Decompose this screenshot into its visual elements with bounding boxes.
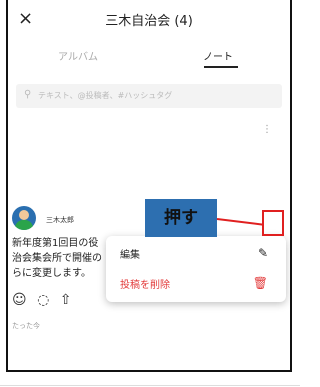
tab-note[interactable]: ノート: [148, 48, 288, 63]
emoji-icon[interactable]: ☺: [12, 292, 27, 308]
post-body: 新年度第1回目の役 治会集会所で開催の らに変更します。: [12, 236, 102, 281]
previous-post-card: ⋮: [8, 118, 290, 196]
app-frame: × 三木自治会 (4) アルバム ノート ⚲ テキスト、@投稿者、#ハッシュタグ…: [6, 0, 292, 372]
context-menu: 編集 ✎ 投稿を削除 🗑: [106, 236, 286, 302]
header: × 三木自治会 (4): [8, 0, 290, 40]
more-options-icon[interactable]: ⋮: [262, 124, 272, 135]
search-input[interactable]: テキスト、@投稿者、#ハッシュタグ: [38, 90, 172, 101]
delete-post-menu-item[interactable]: 投稿を削除 🗑: [120, 276, 272, 300]
search-icon: ⚲: [24, 89, 32, 100]
post-text-line: らに変更します。: [12, 268, 91, 279]
tab-album[interactable]: アルバム: [8, 48, 148, 63]
post-text-line: 治会集会所で開催の: [12, 253, 102, 264]
post-author: 三木太郎: [46, 216, 74, 224]
delete-label: 投稿を削除: [120, 280, 170, 291]
search-bar[interactable]: ⚲ テキスト、@投稿者、#ハッシュタグ: [16, 84, 282, 108]
trash-icon: 🗑: [252, 276, 268, 290]
edit-icon: ✎: [257, 246, 268, 260]
share-icon[interactable]: ⇧: [60, 292, 72, 308]
edit-menu-item[interactable]: 編集 ✎: [120, 246, 272, 270]
post-text-line: 新年度第1回目の役: [12, 238, 99, 249]
post-timestamp: たった今: [12, 322, 40, 330]
comment-icon[interactable]: ◌: [37, 292, 49, 308]
highlight-box: [262, 210, 284, 236]
group-title: 三木自治会 (4): [105, 14, 193, 29]
avatar: [12, 206, 36, 230]
edit-label: 編集: [120, 250, 140, 261]
reaction-bar: ☺ ◌ ⇧: [12, 292, 77, 308]
press-callout: 押す: [145, 199, 217, 237]
tab-bar: アルバム ノート: [8, 40, 290, 70]
divider: [0, 385, 300, 386]
active-tab-indicator: [204, 66, 238, 68]
